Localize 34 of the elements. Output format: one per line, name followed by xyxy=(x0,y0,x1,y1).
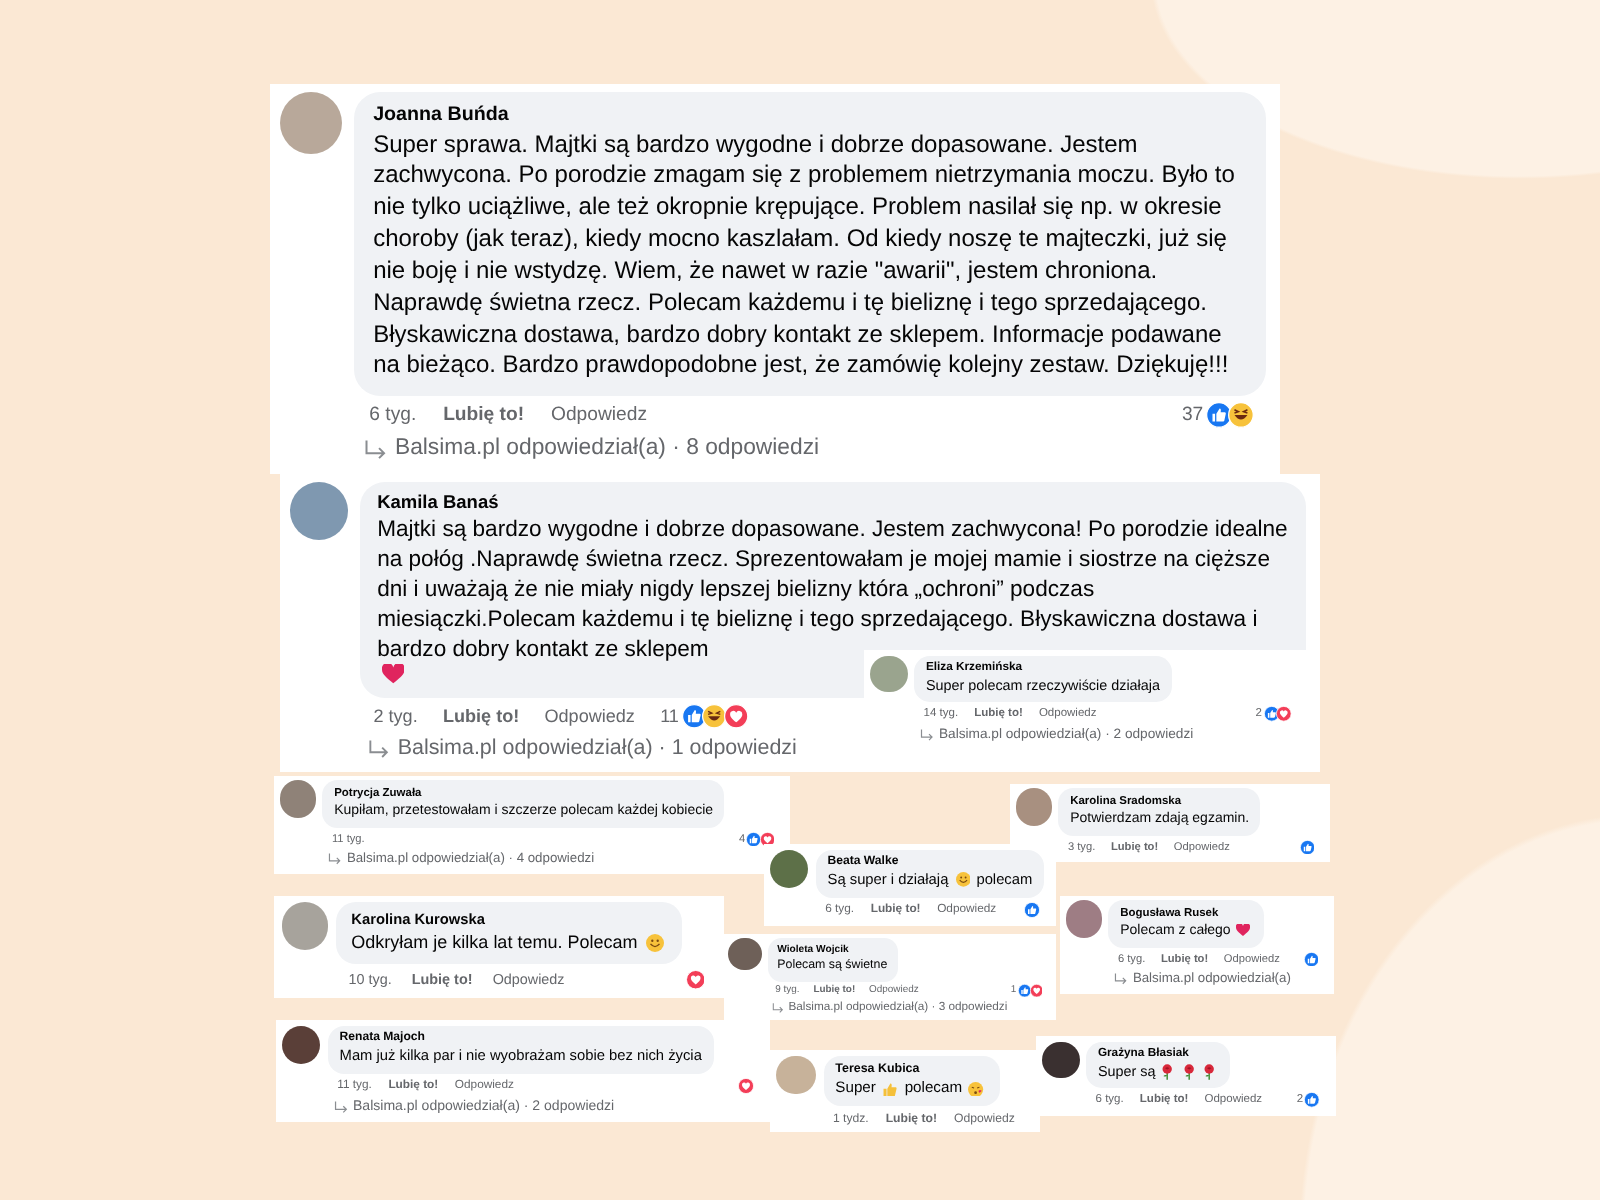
avatar xyxy=(279,92,342,155)
avatar xyxy=(869,655,908,693)
author-name[interactable]: Joanna Buńda xyxy=(373,103,1247,126)
reply-arrow-icon xyxy=(919,727,935,742)
replies-link[interactable]: Balsima.pl odpowiedział(a) · 8 odpowiedzi xyxy=(353,431,829,465)
reply-arrow-icon xyxy=(333,1099,349,1114)
avatar xyxy=(776,1055,816,1095)
avatar xyxy=(289,481,348,541)
reaction-count: 11 xyxy=(660,706,679,727)
avatar xyxy=(279,780,316,818)
avatar xyxy=(1041,1041,1080,1079)
comment-time: 6 tyg. xyxy=(369,404,417,427)
like-link[interactable]: Lubię to! xyxy=(442,706,520,727)
like-link[interactable]: Lubię to! xyxy=(443,404,525,427)
reply-arrow-icon xyxy=(328,851,343,866)
avatar xyxy=(281,1025,321,1064)
avatar xyxy=(1015,788,1052,826)
reaction-count: 37 xyxy=(1181,404,1204,427)
avatar xyxy=(728,938,762,971)
reply-link[interactable]: Odpowiedz xyxy=(544,706,635,727)
author-name[interactable]: Kamila Banaś xyxy=(377,492,1289,513)
reply-arrow-icon xyxy=(363,437,389,460)
comment-text: Odkryłam je kilka lat temu. Polecam xyxy=(351,931,638,956)
comment-time: 2 tyg. xyxy=(373,706,418,727)
replies-link[interactable]: Balsima.pl odpowiedział(a) · 1 odpowiedzi xyxy=(359,731,806,765)
comment-text: Super sprawa. Majtki są bardzo wygodne i dobrze dopasowane. Jestem zachwycona. Po porodzie zmagam się z problemem nietrzymania moczu. Było to nie tylko uciążliwe, ale też okropnie krępujące. Problem nasilał się np. w okresie choroby (jak teraz), kiedy mocno kaszlałam. Od kiedy noszę te majteczki, już się nie boję i nie wstydzę. Wiem, że nawet w razie "awarii", jestem chroniona. Naprawdę świetna rzecz. Polecam każdemu i tę bieliznę i tego sprzedającego. Błyskawiczna dostawa, bardzo dobry kontakt ze sklepem. Informacje podawane na bieżąco. Bardzo prawdopodobne jest, że zamówię kolejny zestaw. Dziękuję!!! xyxy=(373,129,1237,383)
reply-link[interactable]: Odpowiedz xyxy=(551,404,647,427)
avatar xyxy=(1065,900,1102,938)
comment-text: Majtki są bardzo wygodne i dobrze dopasowane. Jestem zachwycona! Po porodzie idealne na połóg .Naprawdę świetna rzecz. Sprezentowałam je mojej mamie i siostrze na cięższe dni i uważają że nie miały nigdy lepszej bielizny która „ochroni” podczas miesiączki.Polecam każdemu i tę bieliznę i tego sprzedającego. Błyskawiczna dostawa i bardzo dobry kontakt ze sklepem xyxy=(377,515,1289,661)
avatar xyxy=(281,902,328,950)
reply-arrow-icon xyxy=(367,737,392,759)
reply-arrow-icon xyxy=(1114,971,1129,986)
avatar xyxy=(769,849,809,888)
reply-arrow-icon xyxy=(772,1002,785,1015)
